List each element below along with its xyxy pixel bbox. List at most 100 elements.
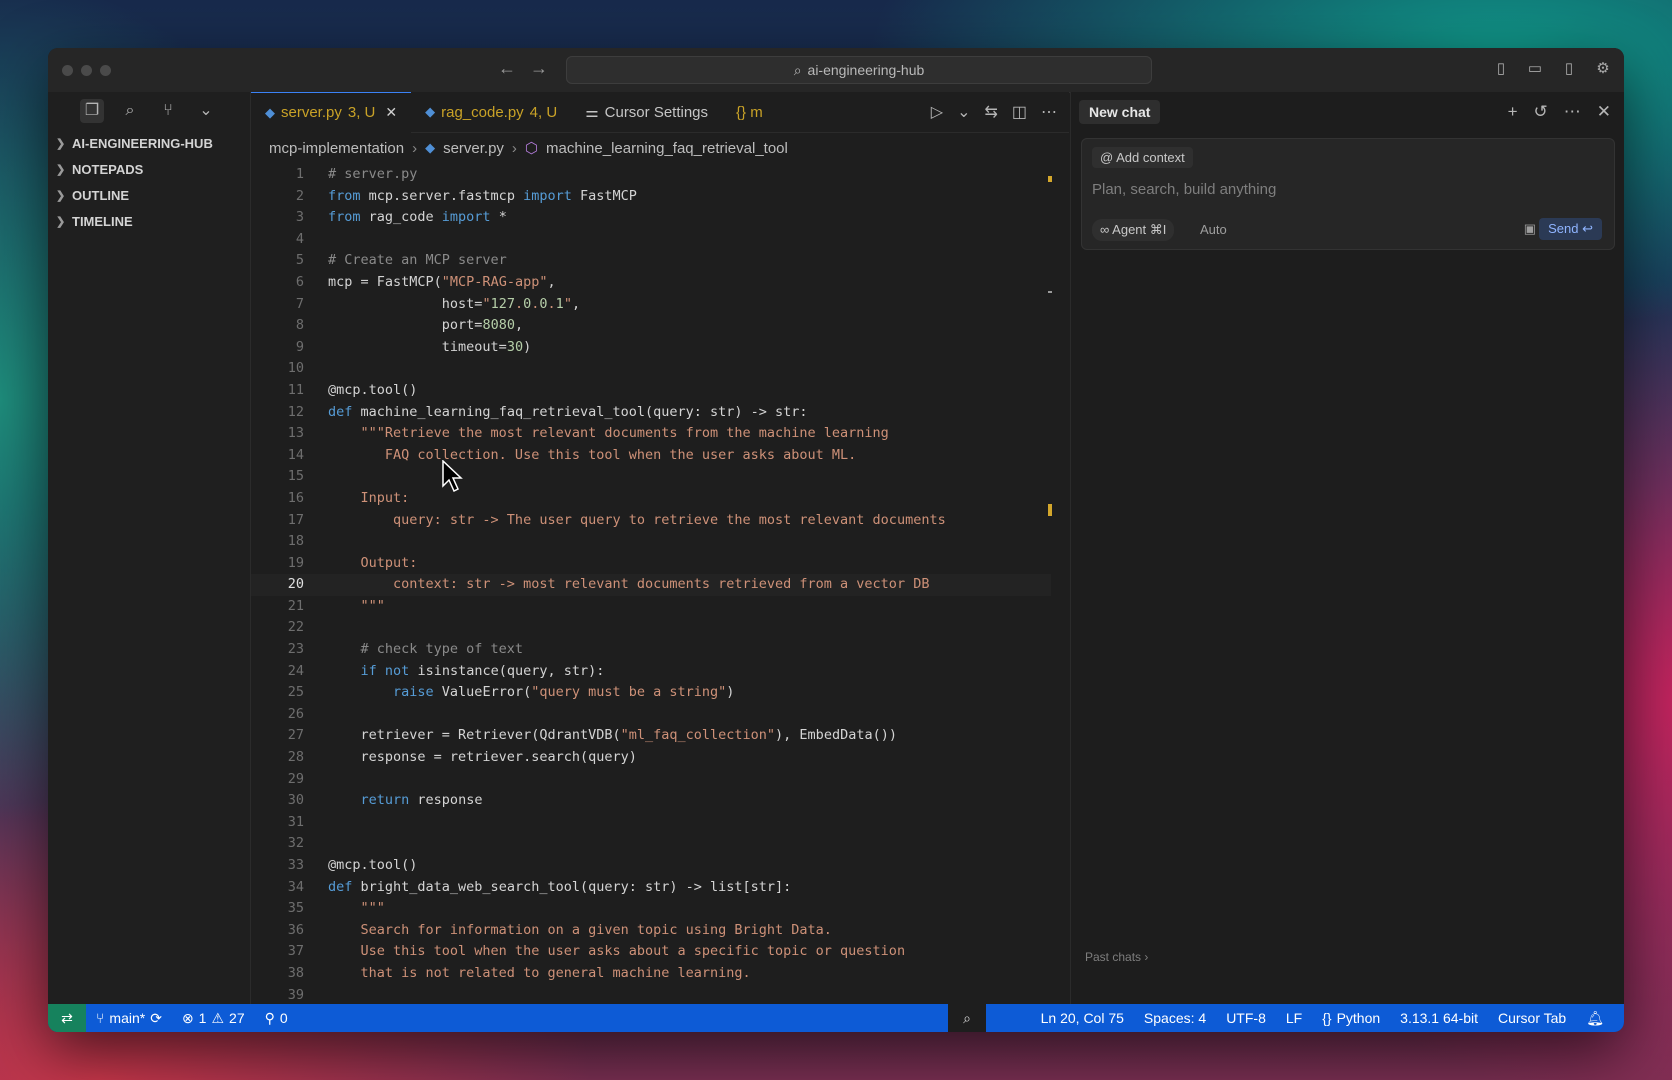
zoom-icon[interactable]: ⌕	[948, 1004, 986, 1032]
model-selector[interactable]: Auto	[1200, 222, 1227, 237]
code-line[interactable]: 15	[251, 466, 1051, 488]
split-editor-icon[interactable]: ◫	[1012, 102, 1027, 122]
maximize-dot[interactable]	[100, 65, 111, 76]
code-line[interactable]: 14 FAQ collection. Use this tool when th…	[251, 445, 1051, 467]
chat-input[interactable]: Plan, search, build anything	[1092, 181, 1276, 198]
code-line[interactable]: 2 from mcp.server.fastmcp import FastMCP	[251, 186, 1051, 208]
tab-server-py[interactable]: ◆ server.py 3, U ✕	[251, 91, 412, 133]
toggle-sidebar-icon[interactable]: ▯	[1490, 58, 1512, 80]
code-line[interactable]: 21 """	[251, 596, 1051, 618]
tab-rag-code-py[interactable]: ◆ rag_code.py 4, U	[411, 92, 571, 132]
code-line[interactable]: 22	[251, 617, 1051, 639]
new-chat-tab[interactable]: New chat	[1079, 100, 1161, 124]
toggle-panel-icon[interactable]: ▭	[1524, 58, 1546, 80]
code-line[interactable]: 13 """Retrieve the most relevant documen…	[251, 423, 1051, 445]
code-line[interactable]: 23 # check type of text	[251, 639, 1051, 661]
agent-mode-selector[interactable]: ∞ Agent ⌘I	[1092, 219, 1175, 241]
search-icon[interactable]: ⌕	[118, 99, 142, 123]
notification-bell-icon[interactable]: 🔔︎	[1576, 1010, 1614, 1027]
plus-icon[interactable]: +	[1508, 102, 1518, 122]
code-line[interactable]: 38 that is not related to general machin…	[251, 963, 1051, 985]
sidebar-section-outline[interactable]: ❯ OUTLINE	[48, 182, 250, 208]
more-actions-icon[interactable]: ⋯	[1564, 102, 1581, 122]
language-mode[interactable]: {} Python	[1312, 1010, 1390, 1026]
breadcrumb-folder[interactable]: mcp-implementation	[269, 140, 404, 157]
breadcrumb-symbol[interactable]: machine_learning_faq_retrieval_tool	[546, 140, 788, 157]
code-line[interactable]: 24 if not isinstance(query, str):	[251, 661, 1051, 683]
code-line[interactable]: 7 host="127.0.0.1",	[251, 294, 1051, 316]
code-line[interactable]: 25 raise ValueError("query must be a str…	[251, 682, 1051, 704]
code-line[interactable]: 10	[251, 358, 1051, 380]
code-line[interactable]: 20 context: str -> most relevant documen…	[251, 574, 1051, 596]
code-line[interactable]: 18	[251, 531, 1051, 553]
code-line[interactable]: 9 timeout=30)	[251, 337, 1051, 359]
code-line[interactable]: 36 Search for information on a given top…	[251, 920, 1051, 942]
code-line[interactable]: 33 @mcp.tool()	[251, 855, 1051, 877]
line-ending[interactable]: LF	[1276, 1010, 1312, 1026]
compare-changes-icon[interactable]: ⇆	[984, 102, 997, 122]
toggle-secondary-sidebar-icon[interactable]: ▯	[1558, 58, 1580, 80]
minimize-dot[interactable]	[81, 65, 92, 76]
history-icon[interactable]: ↺	[1534, 102, 1548, 122]
code-line[interactable]: 34 def bright_data_web_search_tool(query:…	[251, 877, 1051, 899]
sidebar-section-notepads[interactable]: ❯ NOTEPADS	[48, 156, 250, 182]
window-controls[interactable]	[62, 65, 111, 76]
back-arrow-icon[interactable]: ←	[498, 58, 516, 79]
command-center-search[interactable]: ⌕ ai-engineering-hub	[566, 56, 1152, 84]
code-line[interactable]: 28 response = retriever.search(query)	[251, 747, 1051, 769]
code-line[interactable]: 12 def machine_learning_faq_retrieval_too…	[251, 402, 1051, 424]
chevron-down-icon[interactable]: ⌄	[957, 102, 970, 122]
code-editor[interactable]: 1 # server.py 2 from mcp.server.fastmcp imp…	[251, 164, 1051, 1006]
image-upload-icon[interactable]: ▣	[1524, 221, 1536, 237]
sidebar-section-timeline[interactable]: ❯ TIMELINE	[48, 208, 250, 234]
code-line[interactable]: 37 Use this tool when the user asks abou…	[251, 941, 1051, 963]
close-icon[interactable]: ✕	[1597, 102, 1611, 122]
forward-arrow-icon[interactable]: →	[530, 58, 548, 79]
cursor-position[interactable]: Ln 20, Col 75	[1031, 1010, 1134, 1026]
code-line[interactable]: 1 # server.py	[251, 164, 1051, 186]
code-line[interactable]: 35 """	[251, 898, 1051, 920]
run-play-icon[interactable]: ▷	[931, 102, 943, 122]
scrollbar-markers[interactable]	[1048, 164, 1054, 1004]
line-text: # server.py	[328, 166, 418, 182]
code-line[interactable]: 32	[251, 833, 1051, 855]
code-line[interactable]: 29	[251, 769, 1051, 791]
close-dot[interactable]	[62, 65, 73, 76]
indentation[interactable]: Spaces: 4	[1134, 1010, 1216, 1026]
code-line[interactable]: 17 query: str -> The user query to retri…	[251, 510, 1051, 532]
close-icon[interactable]: ✕	[385, 104, 397, 121]
remote-indicator-icon[interactable]: ⇄	[48, 1004, 86, 1032]
problems-indicator[interactable]: ⊗ 1 ⚠ 27	[172, 1010, 255, 1027]
ports-indicator[interactable]: ⚲ 0	[255, 1010, 298, 1027]
cursor-tab[interactable]: Cursor Tab	[1488, 1010, 1576, 1026]
chat-composer[interactable]: @ Add context Plan, search, build anythi…	[1081, 138, 1615, 250]
tab-json[interactable]: {} m	[722, 92, 767, 132]
code-line[interactable]: 27 retriever = Retriever(QdrantVDB("ml_f…	[251, 725, 1051, 747]
code-line[interactable]: 31	[251, 812, 1051, 834]
settings-gear-icon[interactable]: ⚙	[1592, 58, 1614, 80]
code-line[interactable]: 11 @mcp.tool()	[251, 380, 1051, 402]
code-line[interactable]: 16 Input:	[251, 488, 1051, 510]
python-interpreter[interactable]: 3.13.1 64-bit	[1390, 1010, 1488, 1026]
source-control-icon[interactable]: ⑂	[156, 99, 180, 123]
code-line[interactable]: 5 # Create an MCP server	[251, 250, 1051, 272]
breadcrumb-file[interactable]: server.py	[443, 140, 504, 157]
tab-cursor-settings[interactable]: ⚌ Cursor Settings	[571, 92, 722, 132]
past-chats-link[interactable]: Past chats ›	[1085, 950, 1148, 964]
explorer-icon[interactable]: ❐	[80, 99, 104, 123]
code-line[interactable]: 19 Output:	[251, 553, 1051, 575]
code-line[interactable]: 3 from rag_code import *	[251, 207, 1051, 229]
git-branch[interactable]: ⑂ main* ⟳	[86, 1010, 172, 1027]
code-line[interactable]: 6 mcp = FastMCP("MCP-RAG-app",	[251, 272, 1051, 294]
code-line[interactable]: 8 port=8080,	[251, 315, 1051, 337]
send-button[interactable]: Send ↩	[1539, 218, 1602, 240]
chevron-down-icon[interactable]: ⌄	[194, 99, 218, 123]
encoding[interactable]: UTF-8	[1216, 1010, 1276, 1026]
code-line[interactable]: 39	[251, 985, 1051, 1007]
code-line[interactable]: 26	[251, 704, 1051, 726]
add-context-button[interactable]: @ Add context	[1092, 147, 1193, 168]
more-actions-icon[interactable]: ⋯	[1041, 102, 1057, 122]
code-line[interactable]: 30 return response	[251, 790, 1051, 812]
code-line[interactable]: 4	[251, 229, 1051, 251]
sidebar-section-workspace[interactable]: ❯ AI-ENGINEERING-HUB	[48, 130, 250, 156]
